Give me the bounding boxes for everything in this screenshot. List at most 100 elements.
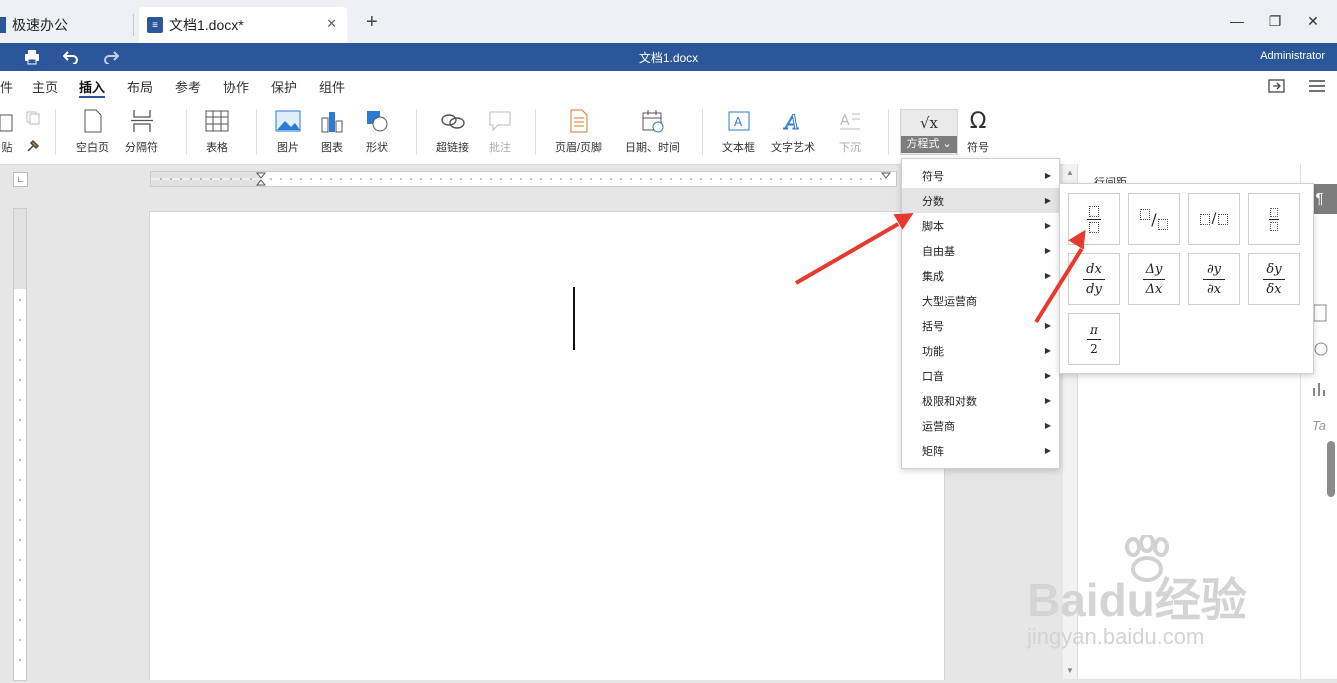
- fraction-pi-over-2[interactable]: π2: [1068, 313, 1120, 365]
- table-button[interactable]: 表格: [205, 107, 229, 155]
- scroll-up-icon[interactable]: ▲: [1066, 168, 1074, 177]
- textbox-icon: A: [728, 111, 749, 131]
- datetime-label: 日期、时间: [625, 142, 680, 154]
- ruler-ticks: [14, 209, 26, 661]
- dropcap-button[interactable]: A 下沉: [838, 107, 862, 155]
- hamburger-menu-icon[interactable]: [1309, 79, 1325, 93]
- shape-button[interactable]: 形状: [365, 107, 389, 155]
- fraction-skewed[interactable]: /: [1128, 193, 1180, 245]
- menu-item-integral[interactable]: 集成 ▶: [902, 263, 1059, 288]
- fraction-linear[interactable]: /: [1188, 193, 1240, 245]
- menu-layout[interactable]: 布局: [127, 77, 153, 96]
- symbol-button[interactable]: Ω 符号: [967, 107, 989, 155]
- menu-item-operator[interactable]: 运营商 ▶: [902, 413, 1059, 438]
- blank-page-label: 空白页: [76, 142, 109, 154]
- textart-button[interactable]: A 文字艺术: [771, 107, 815, 155]
- paste-button[interactable]: 贴: [0, 107, 14, 155]
- svg-text:A: A: [840, 113, 850, 129]
- link-icon: [440, 114, 465, 129]
- textart-label: 文字艺术: [771, 142, 815, 154]
- comment-icon: [489, 111, 511, 132]
- title-bar: 文档1.docx Administrator: [0, 43, 1337, 71]
- text-cursor: [573, 287, 575, 350]
- picture-button[interactable]: 图片: [275, 107, 301, 155]
- dropcap-icon: A: [840, 113, 860, 130]
- vertical-ruler[interactable]: [13, 208, 27, 681]
- menu-item-symbol[interactable]: 符号 ▶: [902, 163, 1059, 188]
- textart-settings-icon[interactable]: Ta: [1312, 418, 1326, 433]
- omega-icon: Ω: [969, 108, 987, 134]
- tab-divider: [133, 14, 134, 36]
- fraction-submenu: / / dx dy Δy Δx ∂y ∂x δy δx π2: [1059, 183, 1314, 374]
- hyperlink-button[interactable]: 超链接: [436, 107, 469, 155]
- tab-stop-selector[interactable]: ∟: [13, 172, 28, 187]
- menu-item-accent[interactable]: 口音 ▶: [902, 363, 1059, 388]
- toolbar-separator: [416, 109, 417, 155]
- user-name[interactable]: Administrator: [1260, 50, 1325, 62]
- close-tab-icon[interactable]: ✕: [326, 16, 337, 32]
- tab-strip: 极速办公 ≡ 文档1.docx* ✕ + — ❐ ✕: [0, 0, 1337, 43]
- menu-collaborate[interactable]: 协作: [223, 77, 249, 96]
- menu-item-script[interactable]: 脚本 ▶: [902, 213, 1059, 238]
- toolbar-separator: [186, 109, 187, 155]
- menu-bar: 件 主页 插入 布局 参考 协作 保护 组件: [0, 71, 1337, 101]
- horizontal-ruler[interactable]: [150, 171, 897, 187]
- menu-item-matrix[interactable]: 矩阵 ▶: [902, 438, 1059, 463]
- document-icon: ≡: [147, 17, 163, 33]
- chart-label: 图表: [321, 142, 343, 154]
- blank-page-button[interactable]: 空白页: [76, 107, 109, 155]
- watermark: Baidu经验 jingyan.baidu.com: [1027, 530, 1277, 675]
- close-window-icon[interactable]: ✕: [1302, 10, 1324, 32]
- table-label: 表格: [206, 142, 228, 154]
- equation-dropdown-toggle[interactable]: 方程式 ⌄: [901, 136, 957, 153]
- tab-fast-office[interactable]: 极速办公: [0, 7, 132, 43]
- fraction-small-delta[interactable]: δy δx: [1248, 253, 1300, 305]
- menu-reference[interactable]: 参考: [175, 77, 201, 96]
- menu-protect[interactable]: 保护: [271, 77, 297, 96]
- menu-home[interactable]: 主页: [32, 77, 58, 96]
- open-location-icon[interactable]: [1268, 78, 1286, 94]
- watermark-brand: Baidu经验: [1027, 574, 1247, 626]
- equation-button[interactable]: √x 方程式 ⌄: [900, 109, 958, 155]
- header-footer-icon: [570, 109, 588, 133]
- sidebar-scroll-thumb[interactable]: [1327, 441, 1335, 497]
- comment-label: 批注: [489, 142, 511, 154]
- maximize-icon[interactable]: ❐: [1264, 10, 1286, 32]
- menu-components[interactable]: 组件: [319, 77, 345, 96]
- header-footer-button[interactable]: 页眉/页脚: [555, 107, 602, 155]
- minimize-icon[interactable]: —: [1226, 10, 1248, 32]
- page-break-button[interactable]: 分隔符: [125, 107, 158, 155]
- fraction-delta-y-delta-x[interactable]: Δy Δx: [1128, 253, 1180, 305]
- menu-item-function[interactable]: 功能 ▶: [902, 338, 1059, 363]
- tab-document[interactable]: ≡ 文档1.docx* ✕: [139, 7, 347, 43]
- format-painter-icon[interactable]: [26, 139, 40, 153]
- equation-label: 方程式: [906, 138, 940, 150]
- shape-icon: [367, 111, 388, 132]
- fraction-partial-y-partial-x[interactable]: ∂y ∂x: [1188, 253, 1240, 305]
- comment-button[interactable]: 批注: [488, 107, 512, 155]
- menu-item-limit-log[interactable]: 极限和对数 ▶: [902, 388, 1059, 413]
- textbox-button[interactable]: A 文本框: [722, 107, 755, 155]
- fraction-small[interactable]: [1248, 193, 1300, 245]
- menu-file[interactable]: 件: [0, 77, 13, 96]
- textbox-label: 文本框: [722, 142, 755, 154]
- copy-icon[interactable]: [26, 111, 40, 125]
- toolbar-separator: [256, 109, 257, 155]
- menu-item-radical[interactable]: 自由基 ▶: [902, 238, 1059, 263]
- new-tab-button[interactable]: +: [366, 11, 378, 34]
- document-page[interactable]: [149, 211, 945, 680]
- chart-button[interactable]: 图表: [320, 107, 344, 155]
- toolbar-separator: [535, 109, 536, 155]
- menu-item-large-operator[interactable]: 大型运营商: [902, 288, 1059, 313]
- datetime-button[interactable]: 日期、时间: [625, 107, 680, 155]
- chart-icon: [321, 112, 343, 133]
- paste-label: 贴: [1, 142, 13, 154]
- chart-settings-icon[interactable]: [1311, 379, 1329, 397]
- toolbar-separator: [55, 109, 56, 155]
- picture-label: 图片: [277, 142, 299, 154]
- menu-item-fraction[interactable]: 分数 ▶: [902, 188, 1059, 213]
- equation-icon: √x: [919, 114, 939, 132]
- menu-insert[interactable]: 插入: [79, 77, 105, 96]
- blank-page-icon: [84, 109, 101, 133]
- calendar-icon: [642, 110, 663, 133]
